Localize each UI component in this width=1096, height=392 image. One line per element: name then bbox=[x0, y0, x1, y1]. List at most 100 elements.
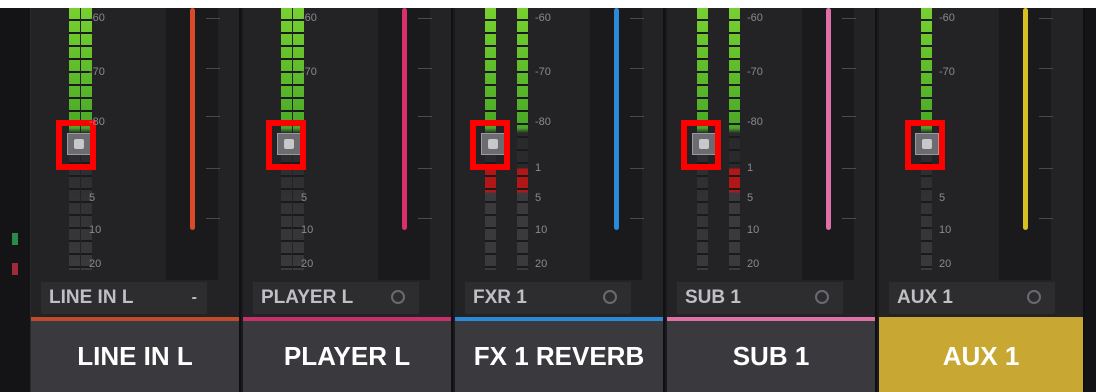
scale-tick bbox=[630, 168, 644, 169]
channel-strip-line-in-l: -60 -70 -80 5 10 20 LINE IN L - LINE IN … bbox=[31, 8, 241, 392]
scale-tick bbox=[418, 218, 432, 219]
level-meter bbox=[729, 8, 740, 270]
link-icon[interactable] bbox=[1027, 290, 1041, 304]
db-scale: -60 -70 -80 5 10 20 bbox=[89, 8, 149, 278]
scale-label: 20 bbox=[301, 258, 314, 270]
scale-label: -70 bbox=[89, 66, 105, 78]
scale-tick bbox=[418, 18, 432, 19]
scale-tick bbox=[842, 218, 856, 219]
db-scale: -60 -70 -80 1 5 10 20 bbox=[747, 8, 807, 278]
fader-track[interactable] bbox=[378, 8, 432, 280]
fader-level-line bbox=[826, 8, 831, 230]
fader-track[interactable] bbox=[999, 8, 1053, 280]
scale-label: 5 bbox=[89, 192, 96, 204]
scale-tick bbox=[630, 116, 644, 117]
scale-label: 5 bbox=[939, 192, 946, 204]
scale-tick bbox=[1039, 168, 1053, 169]
level-meter bbox=[517, 8, 528, 270]
scale-tick bbox=[842, 116, 856, 117]
scale-label: -70 bbox=[301, 66, 317, 78]
fader-track[interactable] bbox=[590, 8, 644, 280]
channel-name-field[interactable]: LINE IN L - bbox=[41, 282, 207, 314]
scale-label: -80 bbox=[747, 116, 763, 128]
channel-label-button[interactable]: FX 1 REVERB bbox=[455, 321, 663, 392]
scale-tick bbox=[842, 18, 856, 19]
scale-tick bbox=[206, 68, 220, 69]
highlight-box bbox=[470, 120, 510, 170]
scale-label: 20 bbox=[89, 258, 102, 270]
fader-level-line bbox=[190, 8, 195, 230]
scale-label: 20 bbox=[747, 258, 760, 270]
scale-label: -60 bbox=[89, 12, 105, 24]
link-icon[interactable] bbox=[603, 290, 617, 304]
channel-name-field[interactable]: SUB 1 bbox=[677, 282, 843, 314]
scale-label: 10 bbox=[535, 224, 548, 236]
db-scale: -60 -70 5 10 20 bbox=[301, 8, 361, 278]
top-bar bbox=[0, 0, 1096, 8]
scale-tick bbox=[206, 218, 220, 219]
scale-label: 20 bbox=[939, 258, 952, 270]
channel-label-button[interactable]: LINE IN L bbox=[31, 321, 239, 392]
fader-track[interactable] bbox=[802, 8, 856, 280]
scale-label: -60 bbox=[301, 12, 317, 24]
fader-level-line bbox=[614, 8, 619, 230]
scale-tick bbox=[206, 18, 220, 19]
name-suffix: - bbox=[191, 289, 197, 306]
channel-name-text: PLAYER L bbox=[261, 287, 354, 308]
scale-label: 10 bbox=[89, 224, 102, 236]
scale-tick bbox=[206, 116, 220, 117]
scale-label: 1 bbox=[747, 162, 754, 174]
scale-tick bbox=[1039, 116, 1053, 117]
scale-label: -60 bbox=[939, 12, 955, 24]
channel-name-text: LINE IN L bbox=[49, 287, 134, 308]
fader-level-line bbox=[1023, 8, 1028, 230]
scale-label: -80 bbox=[89, 116, 105, 128]
channel-name-field[interactable]: AUX 1 bbox=[889, 282, 1055, 314]
scale-tick bbox=[630, 218, 644, 219]
scale-label: -60 bbox=[535, 12, 551, 24]
highlight-box bbox=[681, 120, 721, 170]
scale-tick bbox=[206, 168, 220, 169]
channel-label-button[interactable]: SUB 1 bbox=[667, 321, 875, 392]
edge-marker bbox=[12, 233, 18, 245]
channel-label-button[interactable]: PLAYER L bbox=[243, 321, 451, 392]
scale-label: 10 bbox=[939, 224, 952, 236]
scale-tick bbox=[418, 116, 432, 117]
scale-label: 10 bbox=[301, 224, 314, 236]
link-icon[interactable] bbox=[391, 290, 405, 304]
edge-marker bbox=[12, 263, 18, 275]
channel-name-text: SUB 1 bbox=[685, 287, 741, 308]
scale-label: 5 bbox=[747, 192, 754, 204]
highlight-box bbox=[266, 120, 306, 170]
scale-tick bbox=[418, 68, 432, 69]
scale-tick bbox=[842, 68, 856, 69]
channel-strip-aux-1: -60 -70 5 10 20 AUX 1 AUX 1 bbox=[879, 8, 1085, 392]
scale-label: 5 bbox=[535, 192, 542, 204]
right-edge-panel bbox=[1085, 8, 1096, 392]
scale-tick bbox=[418, 168, 432, 169]
scale-tick bbox=[1039, 68, 1053, 69]
scale-label: 5 bbox=[301, 192, 308, 204]
scale-tick bbox=[1039, 218, 1053, 219]
left-edge-panel bbox=[0, 8, 31, 392]
scale-tick bbox=[842, 168, 856, 169]
scale-label: -70 bbox=[747, 66, 763, 78]
link-icon[interactable] bbox=[815, 290, 829, 304]
db-scale: -60 -70 -80 1 5 10 20 bbox=[535, 8, 595, 278]
scale-label: 20 bbox=[535, 258, 548, 270]
scale-tick bbox=[1039, 18, 1053, 19]
channel-strip-sub-1: -60 -70 -80 1 5 10 20 SUB 1 SUB 1 bbox=[667, 8, 877, 392]
scale-label: -60 bbox=[747, 12, 763, 24]
scale-label: -70 bbox=[535, 66, 551, 78]
fader-track[interactable] bbox=[166, 8, 220, 280]
db-scale: -60 -70 5 10 20 bbox=[939, 8, 999, 278]
channel-label-button[interactable]: AUX 1 bbox=[879, 321, 1083, 392]
fader-level-line bbox=[402, 8, 407, 230]
channel-name-field[interactable]: PLAYER L bbox=[253, 282, 419, 314]
channel-strip-player-l: -60 -70 5 10 20 PLAYER L PLAYER L bbox=[243, 8, 453, 392]
channel-name-field[interactable]: FXR 1 bbox=[465, 282, 631, 314]
channel-strip-fx-1-reverb: -60 -70 -80 1 5 10 20 FXR 1 FX 1 REVERB bbox=[455, 8, 665, 392]
channel-name-text: AUX 1 bbox=[897, 287, 953, 308]
scale-tick bbox=[630, 18, 644, 19]
scale-label: -80 bbox=[535, 116, 551, 128]
